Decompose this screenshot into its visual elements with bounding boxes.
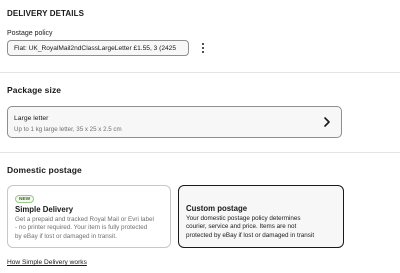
simple-delivery-description: Get a prepaid and tracked Royal Mail or … [15, 216, 154, 240]
custom-postage-description: Your domestic postage policy determines … [186, 215, 315, 239]
more-vertical-icon [201, 42, 205, 46]
divider [0, 152, 400, 153]
package-size-title: Large letter [14, 115, 49, 122]
simple-delivery-title: Simple Delivery [15, 205, 74, 214]
more-options-button[interactable] [195, 40, 211, 56]
divider [0, 72, 400, 73]
custom-postage-option[interactable]: Custom postage Your domestic postage pol… [178, 185, 344, 248]
simple-delivery-option[interactable]: NEW Simple Delivery Get a prepaid and tr… [7, 185, 171, 248]
page-title: DELIVERY DETAILS [7, 9, 85, 18]
package-size-heading: Package size [7, 85, 62, 95]
chevron-right-icon [324, 117, 330, 127]
package-size-selector[interactable]: Large letter Up to 1 kg large letter, 35… [7, 106, 342, 138]
package-size-description: Up to 1 kg large letter, 35 x 25 x 2.5 c… [14, 126, 122, 133]
postage-policy-label: Postage policy [7, 30, 53, 37]
domestic-postage-heading: Domestic postage [7, 165, 82, 175]
postage-policy-select[interactable]: Flat: UK_RoyalMail2ndClassLargeLetter £1… [7, 40, 189, 56]
postage-policy-value: Flat: UK_RoyalMail2ndClassLargeLetter £1… [14, 44, 177, 52]
custom-postage-title: Custom postage [186, 204, 248, 213]
new-badge: NEW [15, 195, 35, 203]
how-simple-delivery-works-link[interactable]: How Simple Delivery works [7, 259, 87, 266]
